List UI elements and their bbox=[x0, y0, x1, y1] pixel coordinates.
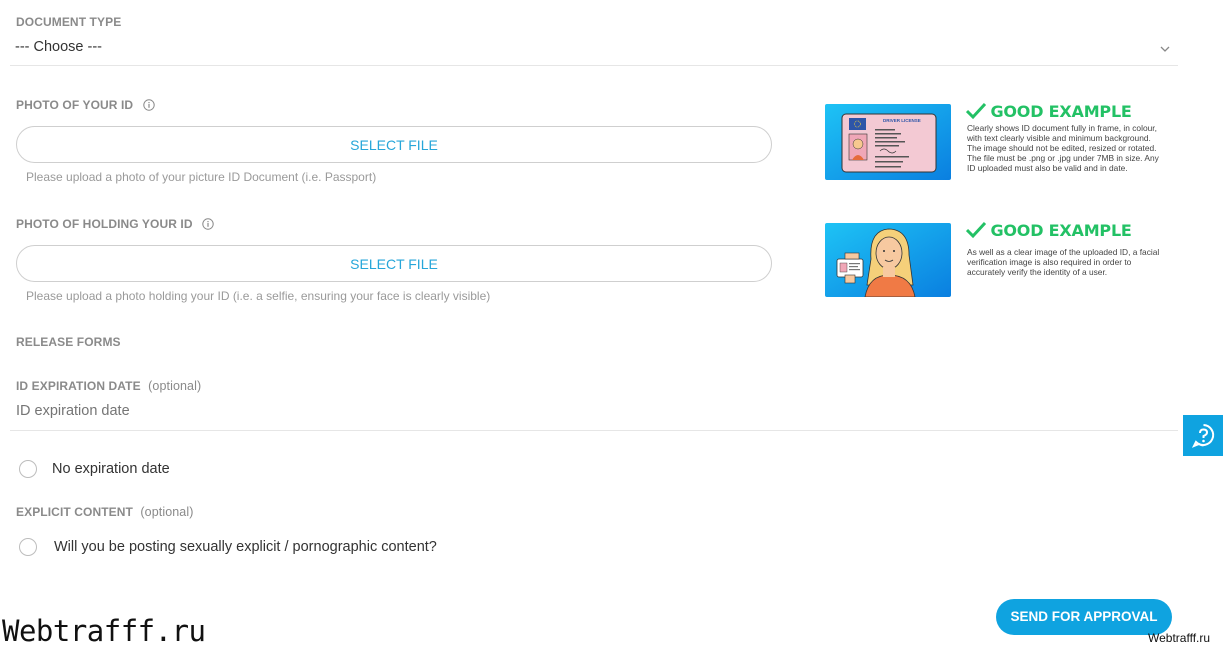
explicit-content-radio[interactable] bbox=[19, 538, 37, 556]
photo-holding-label-text: PHOTO OF HOLDING YOUR ID bbox=[16, 217, 193, 231]
document-type-select[interactable]: --- Choose --- bbox=[10, 36, 1178, 62]
photo-holding-hint: Please upload a photo holding your ID (i… bbox=[26, 289, 491, 303]
checkmark-icon bbox=[965, 221, 987, 239]
example-2-description: As well as a clear image of the uploaded… bbox=[967, 247, 1160, 277]
photo-id-label: PHOTO OF YOUR ID bbox=[16, 98, 155, 112]
document-type-label: DOCUMENT TYPE bbox=[16, 15, 122, 29]
example-1-description: Clearly shows ID document fully in frame… bbox=[967, 123, 1159, 173]
example-1-heading: GOOD EXAMPLE bbox=[965, 102, 1132, 122]
help-button[interactable] bbox=[1183, 415, 1223, 456]
release-forms-label: RELEASE FORMS bbox=[16, 335, 121, 349]
no-expiration-label[interactable]: No expiration date bbox=[52, 461, 170, 477]
driver-license-example-image: DRIVER LICENSE bbox=[825, 104, 951, 180]
checkmark-icon bbox=[965, 102, 987, 120]
explicit-content-label-text: EXPLICIT CONTENT bbox=[16, 505, 133, 519]
document-type-value: --- Choose --- bbox=[15, 39, 103, 55]
photo-holding-select-file-button[interactable]: SELECT FILE bbox=[16, 245, 772, 282]
no-expiration-radio[interactable] bbox=[19, 460, 37, 478]
chevron-down-icon bbox=[1160, 46, 1170, 52]
example-1-title: GOOD EXAMPLE bbox=[990, 102, 1132, 121]
expiration-optional: (optional) bbox=[148, 379, 202, 393]
info-icon[interactable] bbox=[142, 99, 155, 111]
photo-id-label-text: PHOTO OF YOUR ID bbox=[16, 98, 134, 112]
divider bbox=[10, 65, 1178, 66]
example-2-heading: GOOD EXAMPLE bbox=[965, 221, 1132, 241]
explicit-content-question[interactable]: Will you be posting sexually explicit / … bbox=[54, 539, 437, 555]
expiration-date-input[interactable] bbox=[16, 403, 616, 419]
watermark-small: Webtrafff.ru bbox=[1148, 631, 1211, 645]
expiration-label: ID EXPIRATION DATE (optional) bbox=[16, 379, 201, 393]
expiration-label-text: ID EXPIRATION DATE bbox=[16, 379, 141, 393]
watermark-large: Webtrafff.ru bbox=[2, 614, 206, 648]
example-2-title: GOOD EXAMPLE bbox=[990, 221, 1132, 240]
photo-id-select-file-button[interactable]: SELECT FILE bbox=[16, 126, 772, 163]
info-icon[interactable] bbox=[202, 218, 214, 230]
driver-license-card-title: DRIVER LICENSE bbox=[883, 118, 921, 123]
divider bbox=[10, 430, 1178, 431]
photo-id-hint: Please upload a photo of your picture ID… bbox=[26, 170, 377, 184]
explicit-content-label: EXPLICIT CONTENT (optional) bbox=[16, 505, 194, 519]
send-for-approval-button[interactable]: SEND FOR APPROVAL bbox=[996, 599, 1172, 635]
explicit-content-optional: (optional) bbox=[140, 505, 194, 519]
help-question-icon bbox=[1191, 424, 1215, 448]
selfie-example-image bbox=[825, 223, 951, 297]
photo-holding-label: PHOTO OF HOLDING YOUR ID bbox=[16, 217, 214, 231]
